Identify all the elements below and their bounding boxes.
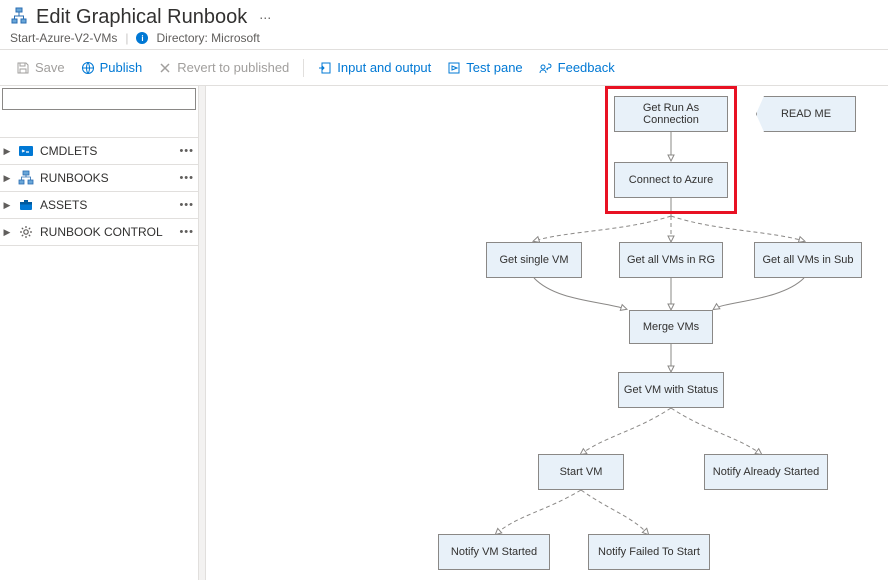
sidebar-item-cmdlets[interactable]: ▶ CMDLETS ••• (0, 137, 198, 165)
node-get-run-as-connection[interactable]: Get Run As Connection (614, 96, 728, 132)
search-box (2, 88, 196, 110)
gear-icon (18, 224, 34, 240)
diagram-canvas[interactable]: Get Run As Connection Connect to Azure R… (206, 86, 888, 580)
sidebar-item-runbooks[interactable]: ▶ RUNBOOKS ••• (0, 164, 198, 192)
item-more-icon[interactable]: ••• (179, 226, 194, 238)
input-output-icon (318, 61, 332, 75)
item-more-icon[interactable]: ••• (179, 145, 194, 157)
feedback-icon (539, 61, 553, 75)
item-more-icon[interactable]: ••• (179, 172, 194, 184)
sidebar-item-label: RUNBOOK CONTROL (40, 225, 179, 239)
chevron-right-icon: ▶ (2, 173, 12, 184)
revert-button[interactable]: Revert to published (152, 56, 295, 79)
command-bar: Save Publish Revert to published Input a… (0, 50, 888, 86)
input-output-button[interactable]: Input and output (312, 56, 437, 79)
item-more-icon[interactable]: ••• (179, 199, 194, 211)
title-more-menu[interactable]: ⋯ (255, 11, 276, 25)
publish-button[interactable]: Publish (75, 56, 149, 79)
node-get-vm-status[interactable]: Get VM with Status (618, 372, 724, 408)
info-icon[interactable]: i (136, 32, 148, 44)
node-connect-to-azure[interactable]: Connect to Azure (614, 162, 728, 198)
sidebar-item-label: RUNBOOKS (40, 171, 179, 185)
sidebar-resizer[interactable] (198, 86, 206, 580)
chevron-right-icon: ▶ (2, 227, 12, 238)
node-notify-vm-started[interactable]: Notify VM Started (438, 534, 550, 570)
test-pane-icon (447, 61, 461, 75)
directory-label: Directory: Microsoft (156, 31, 259, 45)
runbooks-icon (18, 170, 34, 186)
runbook-name[interactable]: Start-Azure-V2-VMs (10, 31, 117, 45)
node-read-me[interactable]: READ ME (756, 96, 856, 132)
assets-icon (18, 197, 34, 213)
node-get-single-vm[interactable]: Get single VM (486, 242, 582, 278)
node-start-vm[interactable]: Start VM (538, 454, 624, 490)
connector-layer (206, 86, 886, 580)
publish-icon (81, 61, 95, 75)
feedback-button[interactable]: Feedback (533, 56, 621, 79)
chevron-right-icon: ▶ (2, 146, 12, 157)
node-merge-vms[interactable]: Merge VMs (629, 310, 713, 344)
node-get-all-vms-sub[interactable]: Get all VMs in Sub (754, 242, 862, 278)
sidebar-item-label: ASSETS (40, 198, 179, 212)
runbook-graph-icon (10, 7, 28, 28)
node-notify-already-started[interactable]: Notify Already Started (704, 454, 828, 490)
page-header: Edit Graphical Runbook ⋯ Start-Azure-V2-… (0, 0, 888, 50)
sidebar-item-runbook-control[interactable]: ▶ RUNBOOK CONTROL ••• (0, 218, 198, 246)
node-notify-failed-to-start[interactable]: Notify Failed To Start (588, 534, 710, 570)
library-sidebar: ▶ CMDLETS ••• ▶ RUNBOOKS ••• ▶ ASSETS ••… (0, 86, 198, 580)
save-button[interactable]: Save (10, 56, 71, 79)
chevron-right-icon: ▶ (2, 200, 12, 211)
sidebar-item-assets[interactable]: ▶ ASSETS ••• (0, 191, 198, 219)
sidebar-item-label: CMDLETS (40, 144, 179, 158)
page-title: Edit Graphical Runbook (36, 6, 247, 29)
node-get-all-vms-rg[interactable]: Get all VMs in RG (619, 242, 723, 278)
cmdlets-icon (18, 143, 34, 159)
save-icon (16, 61, 30, 75)
revert-icon (158, 61, 172, 75)
test-pane-button[interactable]: Test pane (441, 56, 528, 79)
search-input[interactable] (2, 88, 196, 110)
